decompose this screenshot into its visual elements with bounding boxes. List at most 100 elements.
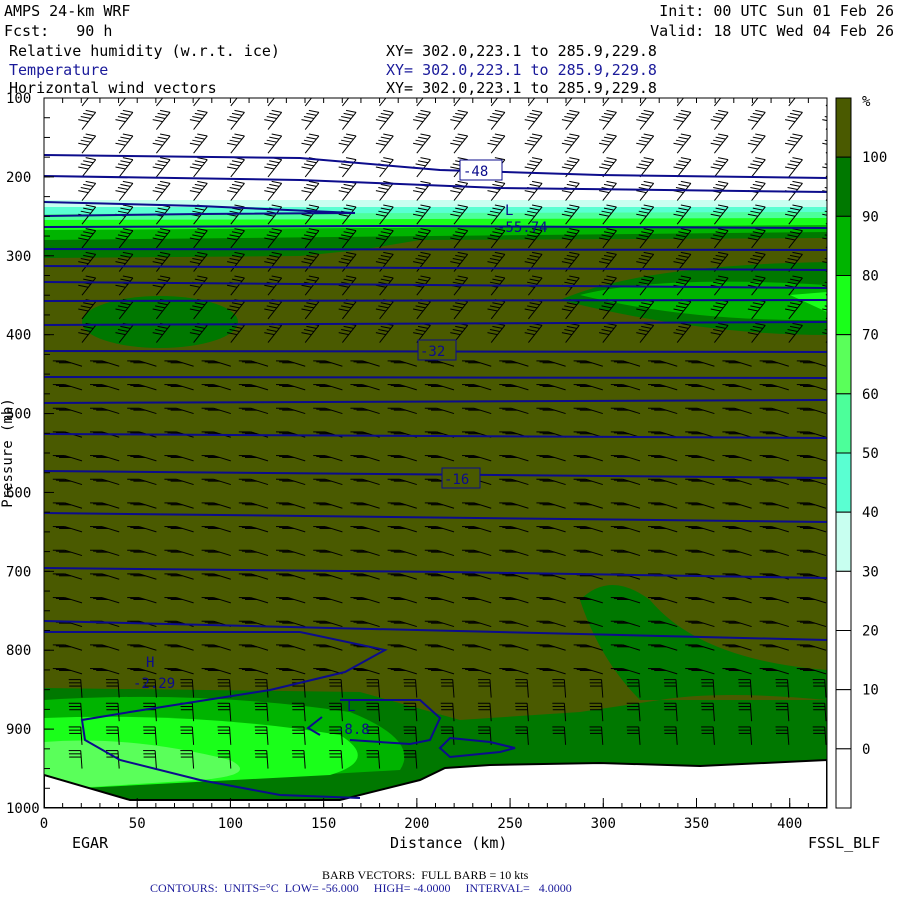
colorbar-bin xyxy=(835,630,852,691)
wind-barb-feather xyxy=(830,87,840,89)
wind-barb-feather xyxy=(267,93,277,95)
contour-label: -16 xyxy=(444,472,469,488)
wind-barb-feather xyxy=(639,93,649,95)
wind-barb-feather xyxy=(678,90,688,92)
wind-barb-feather xyxy=(306,90,316,92)
wind-barb-feather xyxy=(341,93,351,95)
wind-barb-feather xyxy=(86,87,96,89)
wind-barb-feather xyxy=(713,93,723,95)
y-axis-title: Pressure (mb) xyxy=(0,398,16,508)
wind-barb-feather xyxy=(716,90,726,92)
x-tick-label: 300 xyxy=(591,816,616,832)
colorbar-bin xyxy=(835,511,852,572)
colorbar-bin xyxy=(835,215,852,276)
wind-barb-feather xyxy=(644,87,654,89)
wind-barb-feather xyxy=(790,90,800,92)
wind-barb-feather xyxy=(158,90,168,92)
colorbar-label: 40 xyxy=(862,505,879,521)
wind-barb-feather xyxy=(378,93,388,95)
contour-label: -55.74 xyxy=(497,220,548,236)
colorbar-unit: % xyxy=(862,94,871,110)
y-tick-label: 300 xyxy=(6,249,31,265)
wind-barb-feather xyxy=(81,93,91,95)
extremum-marker: L xyxy=(347,699,355,715)
colorbar-bin xyxy=(835,334,852,395)
wind-barb-feather xyxy=(604,90,614,92)
wind-barb-feather xyxy=(381,90,391,92)
wind-barb-feather xyxy=(606,87,616,89)
wind-barb-feather xyxy=(527,93,537,95)
wind-barb-feather xyxy=(346,87,356,89)
wind-barb-feather xyxy=(195,90,205,92)
colorbar-bin xyxy=(835,452,852,513)
contour-note: CONTOURS: UNITS=°C LOW= -56.000 HIGH= -4… xyxy=(150,881,572,895)
wind-barb-feather xyxy=(641,90,651,92)
wind-barb-feather xyxy=(458,87,468,89)
wind-barb-feather xyxy=(269,90,279,92)
wind-barb-feather xyxy=(230,93,240,95)
station-right: FSSL_BLF xyxy=(808,834,881,852)
wind-barb-feather xyxy=(788,93,798,95)
wind-barb-feather xyxy=(569,87,579,89)
y-tick-label: 700 xyxy=(6,564,31,580)
contour-line xyxy=(44,248,827,251)
wind-barb-feather xyxy=(827,90,837,92)
colorbar-label: 90 xyxy=(862,209,879,225)
contour-line xyxy=(44,299,827,302)
wind-barb-feather xyxy=(418,90,428,92)
x-tick-label: 350 xyxy=(684,816,709,832)
wind-barb-feather xyxy=(567,90,577,92)
y-tick-label: 800 xyxy=(6,643,31,659)
extremum-marker: L xyxy=(505,203,513,219)
colorbar-label: 0 xyxy=(862,742,870,758)
colorbar-bin xyxy=(835,97,852,158)
wind-barb-feather xyxy=(192,93,202,95)
wind-barb-feather xyxy=(453,93,463,95)
x-tick-label: 150 xyxy=(311,816,336,832)
y-tick-label: 900 xyxy=(6,722,31,738)
wind-barb-feather xyxy=(755,87,765,89)
colorbar-label: 50 xyxy=(862,446,879,462)
wind-barb-feather xyxy=(753,90,763,92)
contour-label: -48 xyxy=(463,164,488,180)
colorbar-bin xyxy=(835,156,852,217)
x-tick-label: 50 xyxy=(129,816,146,832)
extremum-marker: H xyxy=(146,655,154,671)
y-tick-label: 400 xyxy=(6,328,31,344)
wind-barb-feather xyxy=(155,93,165,95)
colorbar-label: 80 xyxy=(862,269,879,285)
wind-barb-feather xyxy=(304,93,314,95)
wind-barb-feather xyxy=(530,90,540,92)
x-axis-title: Distance (km) xyxy=(390,834,508,852)
wind-barb-feather xyxy=(564,93,574,95)
colorbar-label: 10 xyxy=(862,683,879,699)
wind-barb-feather xyxy=(750,93,760,95)
wind-barb-feather xyxy=(416,93,426,95)
colorbar-label: 30 xyxy=(862,564,879,580)
contour-label: -8.8 xyxy=(336,722,370,738)
colorbar-bin xyxy=(835,393,852,454)
wind-barb-feather xyxy=(383,87,393,89)
wind-barb-feather xyxy=(160,87,170,89)
wind-barb-feather xyxy=(309,87,319,89)
station-left: EGAR xyxy=(72,834,109,852)
colorbar-label: 70 xyxy=(862,328,879,344)
x-tick-label: 250 xyxy=(497,816,522,832)
wind-barb-feather xyxy=(532,87,542,89)
wind-barb-feather xyxy=(272,87,282,89)
colorbar-bin xyxy=(835,570,852,631)
contour-label: -2.29 xyxy=(133,676,175,692)
colorbar-label: 60 xyxy=(862,387,879,403)
x-tick-label: 400 xyxy=(777,816,802,832)
wind-barb-feather xyxy=(492,90,502,92)
wind-barb-feather xyxy=(83,90,93,92)
wind-barb-feather xyxy=(344,90,354,92)
wind-barb-feather xyxy=(602,93,612,95)
wind-barb-feather xyxy=(123,87,133,89)
contour-label: -32 xyxy=(420,344,445,360)
colorbar-label: 100 xyxy=(862,150,887,166)
wind-barb-feather xyxy=(420,87,430,89)
wind-barb-feather xyxy=(455,90,465,92)
colorbar-bin xyxy=(835,689,852,750)
y-tick-label: 200 xyxy=(6,170,31,186)
